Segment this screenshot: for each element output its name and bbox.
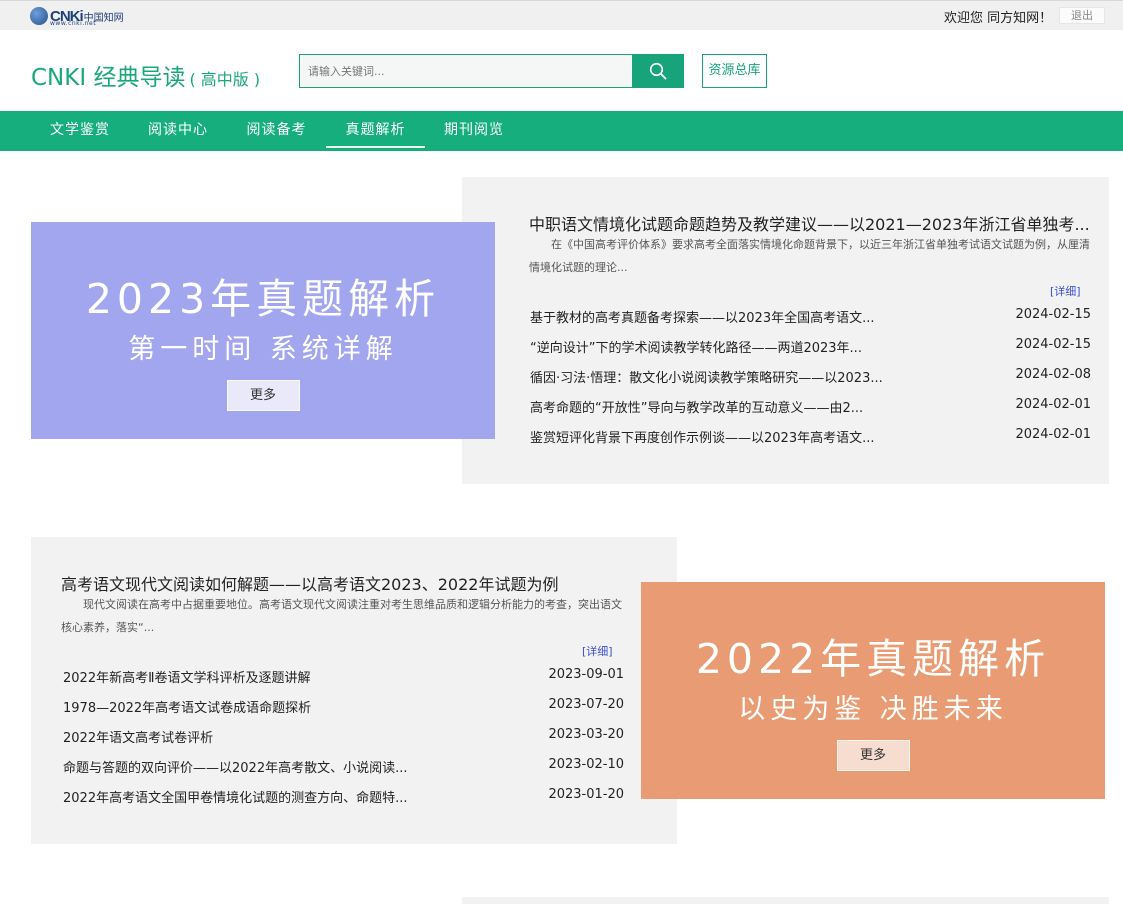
list-item-title: 2022年语文高考试卷评析 [63, 731, 214, 746]
resource-library-button[interactable]: 资源总库 [702, 54, 767, 88]
list-item[interactable]: 鉴赏短评化背景下再度创作示例谈——以2023年高考语文... 2024-02-0… [530, 427, 1091, 447]
list-item-date: 2024-02-15 [1015, 337, 1091, 352]
list-item-date: 2024-02-15 [1015, 307, 1091, 322]
featured-article-desc: 现代文阅读在高考中占据重要地位。高考语文现代文阅读注重对考生思维品质和逻辑分析能… [61, 598, 622, 634]
list-item-title: 循因·习法·悟理：散文化小说阅读教学策略研究——以2023... [530, 371, 883, 386]
list-item-date: 2023-02-10 [548, 757, 624, 772]
list-item[interactable]: “逆向设计”下的学术阅读教学转化路径——两道2023年... 2024-02-1… [530, 337, 1091, 357]
search-icon [649, 62, 667, 80]
list-item-date: 2023-09-01 [548, 667, 624, 682]
list-item[interactable]: 基于教材的高考真题备考探索——以2023年全国高考语文... 2024-02-1… [530, 307, 1091, 327]
nav-item-literature[interactable]: 文学鉴赏 [31, 111, 129, 151]
banner-2023[interactable]: 2023年真题解析 第一时间 系统详解 更多 [31, 222, 495, 439]
list-item-title: 命题与答题的双向评价——以2022年高考散文、小说阅读... [63, 761, 408, 776]
exam-2023-panel: 中职语文情境化试题命题趋势及教学建议——以2021—2023年浙江省单独考...… [462, 177, 1109, 484]
next-section-panel [462, 897, 1109, 904]
banner-2023-subtitle: 第一时间 系统详解 [128, 334, 398, 365]
banner-2023-more-button[interactable]: 更多 [226, 380, 300, 411]
featured-article-title[interactable]: 中职语文情境化试题命题趋势及教学建议——以2021—2023年浙江省单独考... [529, 211, 1092, 235]
banner-2022-subtitle: 以史为鉴 决胜未来 [738, 694, 1008, 725]
main-nav: 文学鉴赏 阅读中心 阅读备考 真题解析 期刊阅览 [0, 111, 1123, 151]
list-item[interactable]: 命题与答题的双向评价——以2022年高考散文、小说阅读... 2023-02-1… [63, 757, 624, 777]
nav-item-reading-center[interactable]: 阅读中心 [129, 111, 227, 151]
list-item[interactable]: 循因·习法·悟理：散文化小说阅读教学策略研究——以2023... 2024-02… [530, 367, 1091, 387]
list-item-title: 高考命题的“开放性”导向与教学改革的互动意义——由2... [530, 401, 864, 416]
featured-article-title[interactable]: 高考语文现代文阅读如何解题——以高考语文2023、2022年试题为例 [61, 571, 621, 595]
brand-subtitle: ( 高中版 ) [189, 70, 261, 89]
list-item[interactable]: 2022年语文高考试卷评析 2023-03-20 [63, 727, 624, 747]
featured-detail-link[interactable]: [详细] [1050, 283, 1081, 299]
list-item[interactable]: 2022年高考语文全国甲卷情境化试题的测查方向、命题特... 2023-01-2… [63, 787, 624, 807]
brand-title: CNKI 经典导读 [31, 65, 186, 91]
exam-2022-panel: 高考语文现代文阅读如何解题——以高考语文2023、2022年试题为例 现代文阅读… [31, 537, 677, 844]
list-item[interactable]: 2022年新高考Ⅱ卷语文学科评析及逐题讲解 2023-09-01 [63, 667, 624, 687]
list-item[interactable]: 高考命题的“开放性”导向与教学改革的互动意义——由2... 2024-02-01 [530, 397, 1091, 417]
nav-item-exam-analysis[interactable]: 真题解析 [326, 111, 425, 151]
search-input[interactable] [299, 54, 633, 88]
cnki-logo-url: www.cnki.net [50, 20, 97, 27]
banner-2023-title: 2023年真题解析 [85, 275, 441, 323]
list-item-title: 鉴赏短评化背景下再度创作示例谈——以2023年高考语文... [530, 431, 875, 446]
list-item-title: 2022年新高考Ⅱ卷语文学科评析及逐题讲解 [63, 671, 311, 686]
list-item-date: 2023-03-20 [548, 727, 624, 742]
search-button[interactable] [632, 54, 684, 88]
nav-item-reading-prep[interactable]: 阅读备考 [227, 111, 326, 151]
list-item[interactable]: 1978—2022年高考语文试卷成语命题探析 2023-07-20 [63, 697, 624, 717]
cnki-globe-icon [30, 7, 48, 25]
list-item-title: 1978—2022年高考语文试卷成语命题探析 [63, 701, 312, 716]
featured-detail-link[interactable]: [详细] [582, 643, 613, 659]
banner-2022-title: 2022年真题解析 [695, 635, 1051, 683]
list-item-date: 2023-07-20 [548, 697, 624, 712]
cnki-logo[interactable]: CNKi 中国知网 www.cnki.net [30, 6, 124, 27]
list-item-date: 2023-01-20 [548, 787, 624, 802]
logout-button[interactable]: 退出 [1059, 7, 1105, 24]
list-item-date: 2024-02-08 [1015, 367, 1091, 382]
banner-2022-more-button[interactable]: 更多 [836, 740, 910, 771]
nav-item-journals[interactable]: 期刊阅览 [425, 111, 523, 151]
banner-2022[interactable]: 2022年真题解析 以史为鉴 决胜未来 更多 [641, 582, 1105, 799]
featured-article-desc: 在《中国高考评价体系》要求高考全面落实情境化命题背景下，以近三年浙江省单独考试语… [529, 238, 1090, 274]
list-item-title: 2022年高考语文全国甲卷情境化试题的测查方向、命题特... [63, 791, 408, 806]
welcome-text: 欢迎您 同方知网！ [944, 11, 1053, 26]
site-brand[interactable]: CNKI 经典导读( 高中版 ) [31, 58, 260, 92]
list-item-date: 2024-02-01 [1015, 427, 1091, 442]
list-item-title: 基于教材的高考真题备考探索——以2023年全国高考语文... [530, 311, 875, 326]
list-item-date: 2024-02-01 [1015, 397, 1091, 412]
list-item-title: “逆向设计”下的学术阅读教学转化路径——两道2023年... [530, 341, 862, 356]
top-bar: CNKi 中国知网 www.cnki.net 欢迎您 同方知网！ 退出 [0, 0, 1123, 30]
